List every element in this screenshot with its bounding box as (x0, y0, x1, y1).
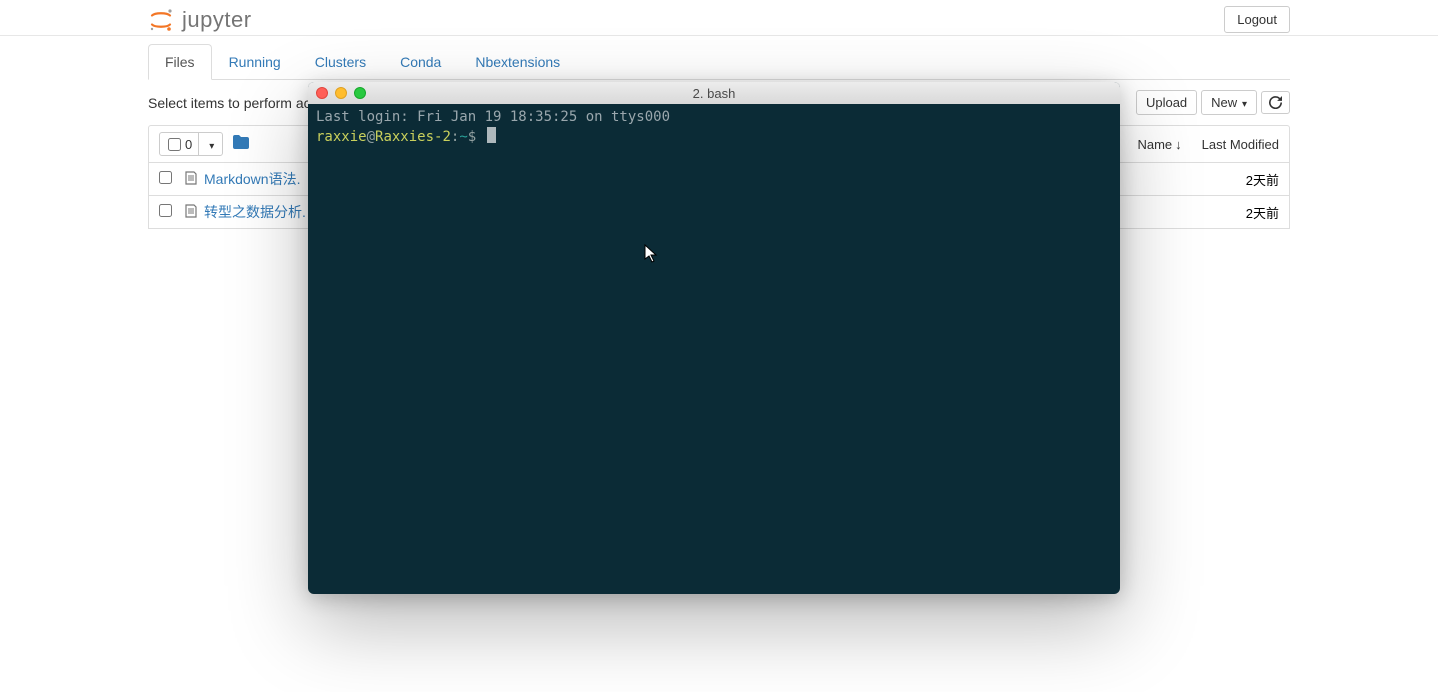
tab-nbextensions[interactable]: Nbextensions (458, 44, 577, 80)
column-name-label: Name (1137, 137, 1172, 152)
terminal-prompt-user: raxxie (316, 129, 367, 145)
logout-button[interactable]: Logout (1224, 6, 1290, 33)
tab-bar: Files Running Clusters Conda Nbextension… (148, 44, 1290, 80)
row-checkbox[interactable] (159, 171, 172, 184)
file-link[interactable]: Markdown语法. (204, 169, 300, 189)
caret-down-icon: ▾ (1239, 99, 1247, 110)
terminal-window[interactable]: 2. bash Last login: Fri Jan 19 18:35:25 … (308, 82, 1120, 594)
file-link[interactable]: 转型之数据分析. (204, 202, 306, 222)
terminal-prompt-at: @ (367, 129, 375, 145)
jupyter-logo[interactable]: jupyter (148, 7, 252, 33)
tab-conda[interactable]: Conda (383, 44, 458, 80)
terminal-cursor (487, 127, 496, 143)
new-button[interactable]: New ▾ (1201, 90, 1257, 115)
file-last-modified: 2天前 (1246, 203, 1279, 222)
terminal-title: 2. bash (308, 86, 1120, 101)
terminal-prompt-host: Raxxies-2 (375, 129, 451, 145)
upload-button[interactable]: Upload (1136, 90, 1197, 115)
tab-clusters[interactable]: Clusters (298, 44, 383, 80)
breadcrumb-folder-icon[interactable] (233, 135, 249, 153)
select-group[interactable]: 0 ▾ (159, 132, 223, 156)
window-close-button[interactable] (316, 87, 328, 99)
tab-files[interactable]: Files (148, 44, 212, 80)
jupyter-icon (148, 7, 174, 33)
file-last-modified: 2天前 (1246, 170, 1279, 189)
tab-running[interactable]: Running (212, 44, 298, 80)
refresh-button[interactable] (1261, 91, 1290, 114)
window-zoom-button[interactable] (354, 87, 366, 99)
select-all-checkbox[interactable] (168, 138, 181, 151)
terminal-prompt-path: ~ (459, 129, 467, 145)
terminal-last-login: Last login: Fri Jan 19 18:35:25 on ttys0… (316, 109, 670, 125)
window-minimize-button[interactable] (335, 87, 347, 99)
terminal-body[interactable]: Last login: Fri Jan 19 18:35:25 on ttys0… (308, 104, 1120, 151)
terminal-titlebar[interactable]: 2. bash (308, 82, 1120, 104)
jupyter-logo-text: jupyter (182, 7, 252, 33)
select-dropdown[interactable]: ▾ (198, 133, 222, 155)
column-last-modified[interactable]: Last Modified (1202, 137, 1279, 152)
notebook-icon (184, 171, 198, 188)
new-button-label: New (1211, 95, 1237, 110)
select-count: 0 (185, 134, 198, 155)
row-checkbox[interactable] (159, 204, 172, 217)
page-header: jupyter Logout (0, 0, 1438, 36)
column-name[interactable]: Name ↓ (1137, 137, 1201, 152)
arrow-down-icon: ↓ (1175, 137, 1182, 152)
terminal-prompt-symbol: $ (468, 129, 476, 145)
toolbar-hint: Select items to perform act (148, 95, 315, 111)
notebook-icon (184, 204, 198, 221)
traffic-lights (316, 87, 366, 99)
refresh-icon (1269, 96, 1282, 109)
caret-down-icon: ▾ (209, 141, 214, 152)
